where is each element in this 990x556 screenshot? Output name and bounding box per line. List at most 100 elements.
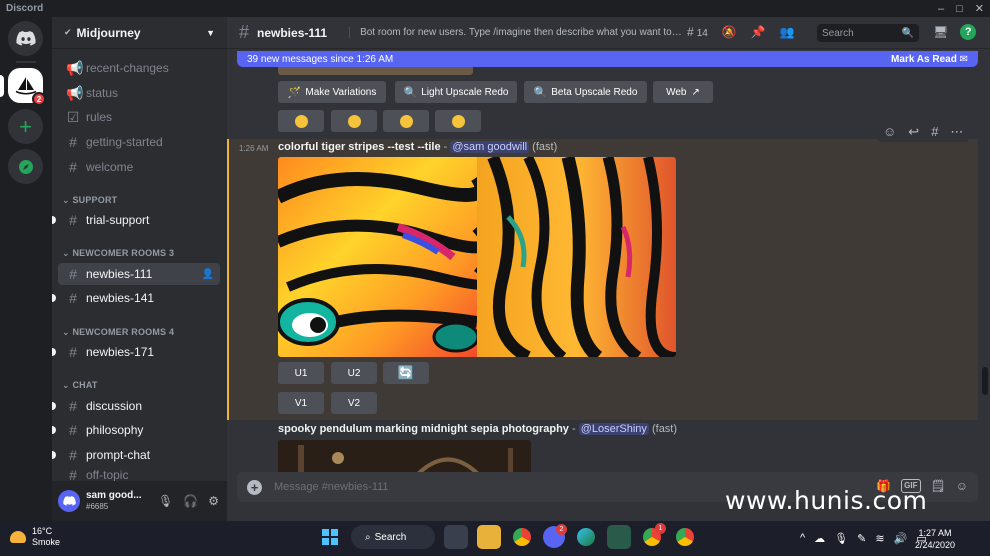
- channel-prompt-chat[interactable]: # prompt-chat: [52, 444, 220, 466]
- category-chat[interactable]: ⌄ CHAT: [62, 380, 98, 391]
- generated-image-tiger-stripes[interactable]: [278, 157, 676, 357]
- microphone-icon[interactable]: 🎙: [158, 494, 173, 508]
- chevron-up-icon[interactable]: ^: [800, 532, 805, 545]
- header-icons: #14 🔕 📌 👥: [687, 25, 795, 39]
- channel-topic[interactable]: Bot room for new users. Type /imagine th…: [349, 27, 684, 38]
- add-reaction-icon[interactable]: ☺: [883, 124, 896, 140]
- member-list-icon[interactable]: 👥: [780, 25, 795, 39]
- channel-newbies-171[interactable]: # newbies-171: [52, 341, 220, 363]
- upscale-u1-button[interactable]: U1: [278, 362, 324, 384]
- pin-icon[interactable]: 📌: [751, 25, 766, 39]
- weather-widget[interactable]: 16°C Smoke: [10, 526, 60, 548]
- channel-rules[interactable]: ☑ rules: [58, 106, 220, 128]
- variation-v2-button[interactable]: V2: [331, 392, 377, 414]
- chrome-icon[interactable]: [510, 525, 534, 549]
- reply-icon[interactable]: ↩: [908, 124, 919, 140]
- reaction-heart-eyes-button[interactable]: [435, 110, 481, 132]
- pen-icon[interactable]: ✎: [857, 532, 866, 545]
- windows-logo-icon: [322, 529, 338, 545]
- reaction-smile-button[interactable]: [383, 110, 429, 132]
- reaction-unamused-button[interactable]: [331, 110, 377, 132]
- channel-status[interactable]: 📢 status: [58, 82, 220, 104]
- chat-main: # newbies-111 Bot room for new users. Ty…: [227, 17, 990, 521]
- mention-badge: 2: [32, 92, 46, 106]
- mic-tray-icon[interactable]: 🎙: [834, 532, 848, 545]
- mark-as-read-button[interactable]: Mark As Read ✉: [891, 54, 968, 65]
- close-button[interactable]: ✕: [975, 2, 984, 15]
- file-explorer-icon[interactable]: [477, 525, 501, 549]
- help-icon[interactable]: ?: [960, 24, 977, 40]
- chrome-alt-icon[interactable]: [673, 525, 697, 549]
- channel-discussion[interactable]: # discussion: [52, 395, 220, 417]
- explore-servers-button[interactable]: [8, 149, 43, 184]
- light-upscale-redo-button[interactable]: 🔍 Light Upscale Redo: [395, 81, 517, 103]
- edge-icon[interactable]: [574, 525, 598, 549]
- task-view-icon[interactable]: [444, 525, 468, 549]
- avatar[interactable]: [58, 490, 80, 512]
- message-input-placeholder[interactable]: Message #newbies-111: [274, 481, 389, 493]
- discord-taskbar-icon[interactable]: 2: [543, 524, 567, 548]
- channel-trial-support[interactable]: # trial-support: [52, 209, 220, 231]
- channel-newbies-141[interactable]: # newbies-141: [52, 287, 220, 309]
- channel-welcome[interactable]: # welcome: [58, 156, 220, 178]
- user-mention[interactable]: @sam goodwill: [450, 141, 530, 153]
- channel-off-topic[interactable]: # off-topic: [58, 468, 220, 482]
- add-member-icon[interactable]: 👤: [202, 269, 214, 280]
- category-newcomer-4[interactable]: ⌄ NEWCOMER ROOMS 4: [62, 327, 174, 338]
- inbox-icon[interactable]: 🖥: [933, 25, 948, 39]
- channel-label: newbies-111: [86, 267, 153, 281]
- make-variations-button[interactable]: 🪄 Make Variations: [278, 81, 386, 103]
- threads-icon[interactable]: #14: [687, 25, 708, 39]
- system-clock[interactable]: 1:27 AM 2/24/2020: [915, 527, 955, 551]
- server-midjourney[interactable]: 2: [8, 68, 46, 106]
- chrome-badge: 1: [655, 523, 666, 534]
- channel-recent-changes[interactable]: 📢 recent-changes: [58, 57, 220, 79]
- new-messages-bar[interactable]: 39 new messages since 1:26 AM Mark As Re…: [237, 51, 978, 67]
- channel-header: # newbies-111 Bot room for new users. Ty…: [227, 17, 990, 49]
- gear-icon[interactable]: ⚙: [208, 494, 219, 508]
- app-name: Discord: [6, 3, 44, 14]
- start-button[interactable]: [318, 525, 342, 549]
- attach-plus-icon[interactable]: +: [247, 479, 262, 495]
- message-timestamp: 1:26 AM: [239, 144, 269, 153]
- search-icon: ⌕: [365, 531, 371, 543]
- user-mention[interactable]: @LoserShiny: [578, 423, 649, 435]
- emoji-icon[interactable]: ☺: [956, 479, 968, 493]
- scrollbar-thumb[interactable]: [982, 367, 988, 395]
- user-name-block[interactable]: sam good... #6685: [86, 490, 142, 512]
- beta-upscale-redo-button[interactable]: 🔍 Beta Upscale Redo: [524, 81, 647, 103]
- web-button[interactable]: Web ↗: [653, 81, 713, 103]
- guild-header[interactable]: ✔ Midjourney ▼: [52, 17, 227, 49]
- channel-philosophy[interactable]: # philosophy: [52, 419, 220, 441]
- create-thread-icon[interactable]: #: [931, 124, 938, 140]
- chevron-down-icon: ⌄: [62, 380, 73, 390]
- terminal-icon[interactable]: [607, 525, 631, 549]
- maximize-button[interactable]: □: [956, 3, 963, 15]
- taskbar-search[interactable]: ⌕ Search: [351, 525, 435, 549]
- reaction-tired-button[interactable]: [278, 110, 324, 132]
- category-newcomer-3[interactable]: ⌄ NEWCOMER ROOMS 3: [62, 248, 174, 259]
- cloud-icon[interactable]: ☁: [814, 532, 825, 545]
- user-controls: 🎙 🎧 ⚙: [158, 494, 227, 508]
- hash-icon: #: [69, 212, 77, 228]
- channel-getting-started[interactable]: # getting-started: [58, 131, 220, 153]
- channel-newbies-111[interactable]: # newbies-111 👤: [58, 263, 220, 285]
- more-icon[interactable]: ⋯: [950, 124, 963, 140]
- variation-v1-button[interactable]: V1: [278, 392, 324, 414]
- home-button[interactable]: [8, 21, 43, 56]
- reroll-button[interactable]: 🔄: [383, 362, 429, 384]
- volume-icon[interactable]: 🔊: [894, 532, 908, 545]
- chevron-down-icon: ⌄: [62, 327, 73, 337]
- guild-name: Midjourney: [76, 25, 141, 40]
- wifi-icon[interactable]: ≋: [875, 532, 884, 545]
- generated-image-spooky-pendulum[interactable]: [278, 440, 531, 474]
- sticker-icon[interactable]: 🗒: [931, 479, 946, 493]
- headphones-icon[interactable]: 🎧: [183, 494, 198, 508]
- category-support[interactable]: ⌄ SUPPORT: [62, 195, 117, 206]
- mute-bell-icon[interactable]: 🔕: [722, 25, 737, 39]
- search-input[interactable]: Search 🔍: [817, 24, 919, 42]
- chrome-profile-icon[interactable]: 1: [640, 523, 666, 549]
- minimize-button[interactable]: –: [938, 3, 944, 15]
- add-server-button[interactable]: +: [8, 109, 43, 144]
- upscale-u2-button[interactable]: U2: [331, 362, 377, 384]
